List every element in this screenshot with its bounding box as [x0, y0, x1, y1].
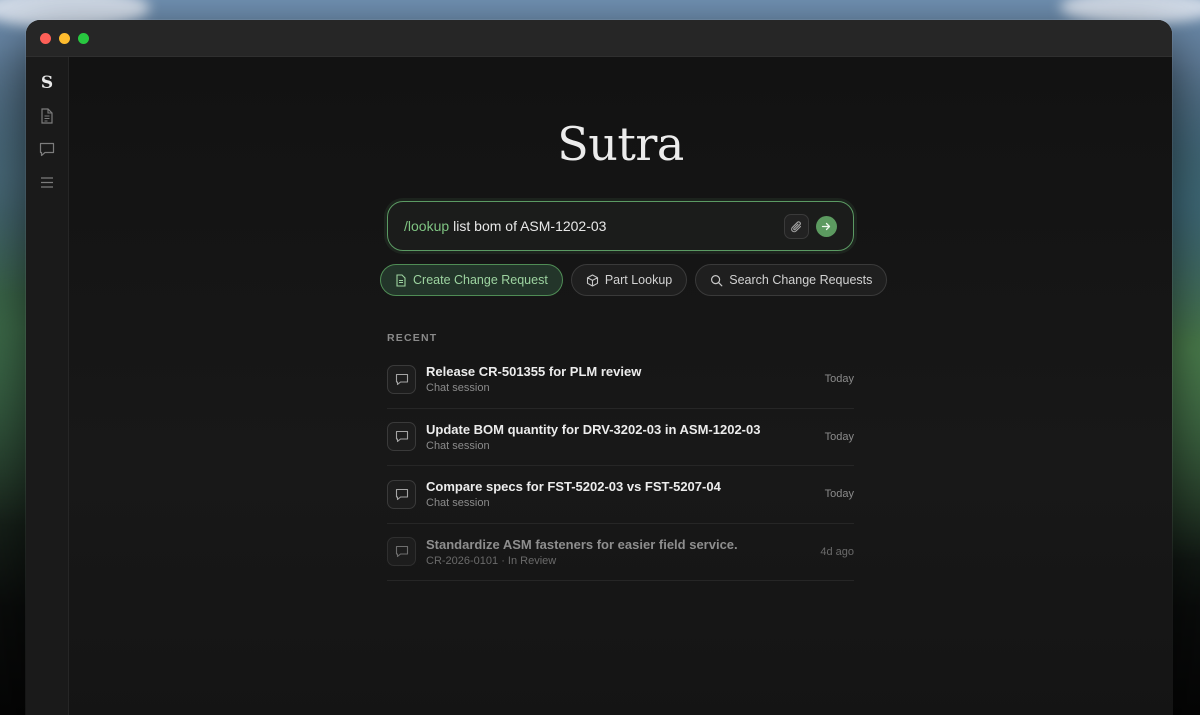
recent-item-title: Update BOM quantity for DRV-3202-03 in A…: [426, 421, 761, 437]
recent-list: Release CR-501355 for PLM review Chat se…: [387, 351, 854, 581]
minimize-window-button[interactable]: [59, 32, 70, 44]
attach-button[interactable]: [784, 214, 809, 239]
prompt-text: list bom of ASM-1202-03: [453, 218, 607, 234]
slash-command: /lookup: [404, 218, 450, 234]
list-icon[interactable]: [37, 172, 57, 192]
recent-item-time: Today: [824, 373, 854, 386]
search-change-requests-label: Search Change Requests: [729, 273, 873, 287]
search-change-requests-button[interactable]: Search Change Requests: [695, 264, 888, 296]
chat-icon[interactable]: [37, 139, 57, 159]
document-icon: [396, 273, 406, 287]
prompt-input[interactable]: /lookup list bom of ASM-1202-03: [387, 201, 854, 251]
chat-icon: [387, 479, 416, 509]
recent-item-time: 4d ago: [820, 545, 854, 558]
cube-icon: [586, 273, 598, 287]
recent-item-subtitle: Chat session: [426, 382, 490, 395]
main-content: Sutra /lookup list bom of ASM-1202-03 Cr…: [69, 57, 1172, 715]
maximize-window-button[interactable]: [78, 32, 89, 44]
recent-item[interactable]: Standardize ASM fasteners for easier fie…: [387, 524, 854, 581]
recent-item[interactable]: Release CR-501355 for PLM review Chat se…: [387, 351, 854, 409]
chat-icon: [387, 422, 416, 452]
create-change-request-label: Create Change Request: [413, 273, 548, 287]
sidebar: S: [26, 57, 69, 715]
title-bar: [26, 20, 1172, 57]
quick-actions: Create Change Request Part Lookup Search…: [380, 264, 888, 296]
recent-item-time: Today: [824, 430, 854, 443]
paperclip-icon: [791, 220, 802, 232]
app-window: S Sutra /lookup list bom of ASM-1202-03: [26, 20, 1172, 715]
arrow-right-icon: [821, 222, 831, 231]
recent-heading: RECENT: [387, 332, 438, 344]
recent-item[interactable]: Compare specs for FST-5202-03 vs FST-520…: [387, 466, 854, 524]
recent-item-title: Release CR-501355 for PLM review: [426, 364, 642, 380]
part-lookup-label: Part Lookup: [604, 273, 673, 287]
app-logo: Sutra: [557, 117, 684, 171]
recent-item-title: Compare specs for FST-5202-03 vs FST-520…: [426, 479, 721, 495]
recent-item-subtitle: Chat session: [426, 497, 490, 510]
recent-item-title: Standardize ASM fasteners for easier fie…: [426, 536, 738, 552]
recent-item-subtitle: Chat session: [426, 439, 490, 452]
close-window-button[interactable]: [40, 32, 51, 44]
part-lookup-button[interactable]: Part Lookup: [570, 264, 688, 296]
brand-mark[interactable]: S: [41, 73, 53, 93]
search-icon: [711, 274, 723, 286]
recent-item[interactable]: Update BOM quantity for DRV-3202-03 in A…: [387, 409, 854, 466]
send-button[interactable]: [816, 216, 837, 237]
document-icon[interactable]: [37, 106, 57, 126]
chat-icon: [387, 364, 416, 394]
create-change-request-button[interactable]: Create Change Request: [380, 264, 563, 296]
recent-item-time: Today: [824, 488, 854, 501]
recent-item-subtitle: CR-2026-0101 · In Review: [426, 554, 557, 567]
chat-icon: [387, 537, 416, 567]
